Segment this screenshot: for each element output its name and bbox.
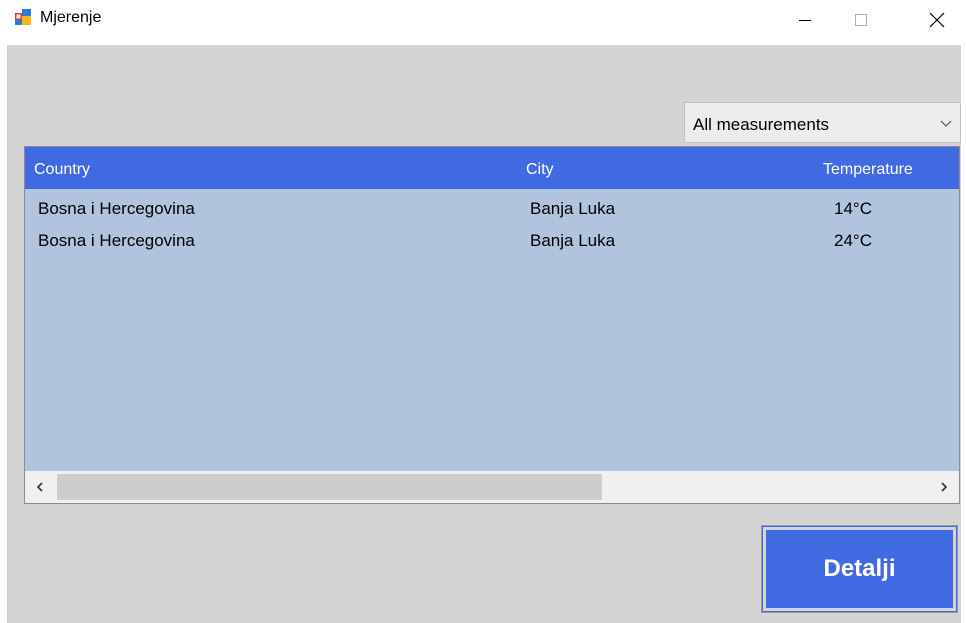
cell-country: Bosna i Hercegovina — [38, 231, 195, 250]
scroll-left-button[interactable] — [25, 471, 55, 503]
app-icon — [14, 8, 32, 26]
cell-temperature: 24°C — [834, 231, 872, 250]
details-button-label: Detalji — [823, 555, 896, 582]
minimize-button[interactable] — [782, 0, 828, 40]
cell-city: Banja Luka — [530, 231, 616, 250]
maximize-button[interactable] — [838, 0, 884, 40]
details-button[interactable]: Detalji — [761, 525, 958, 613]
dropdown-selected-value: All measurements — [693, 115, 830, 134]
measurement-filter-dropdown[interactable]: All measurements — [684, 102, 961, 143]
cell-country: Bosna i Hercegovina — [38, 199, 195, 218]
maximize-icon — [855, 14, 867, 26]
chevron-left-icon — [36, 482, 43, 492]
title-bar: Mjerenje — [0, 0, 966, 45]
window-title: Mjerenje — [40, 9, 102, 26]
list-item[interactable]: Bosna i Hercegovina Banja Luka 24°C — [25, 227, 959, 259]
cell-city: Banja Luka — [530, 199, 616, 218]
chevron-down-icon — [940, 120, 952, 127]
minimize-icon — [799, 20, 811, 21]
chevron-right-icon — [941, 482, 948, 492]
list-item[interactable]: Bosna i Hercegovina Banja Luka 14°C — [25, 195, 959, 227]
measurements-list[interactable]: Country City Temperature Bosna i Hercego… — [24, 146, 960, 504]
column-header-temperature[interactable]: Temperature — [823, 161, 913, 179]
horizontal-scrollbar[interactable] — [25, 471, 959, 503]
list-header: Country City Temperature — [25, 147, 959, 189]
scroll-right-button[interactable] — [929, 471, 959, 503]
close-button[interactable] — [914, 0, 960, 40]
scrollbar-thumb[interactable] — [57, 474, 602, 500]
close-icon — [929, 12, 945, 28]
column-header-country[interactable]: Country — [34, 161, 90, 179]
column-header-city[interactable]: City — [526, 161, 554, 179]
cell-temperature: 14°C — [834, 199, 872, 218]
